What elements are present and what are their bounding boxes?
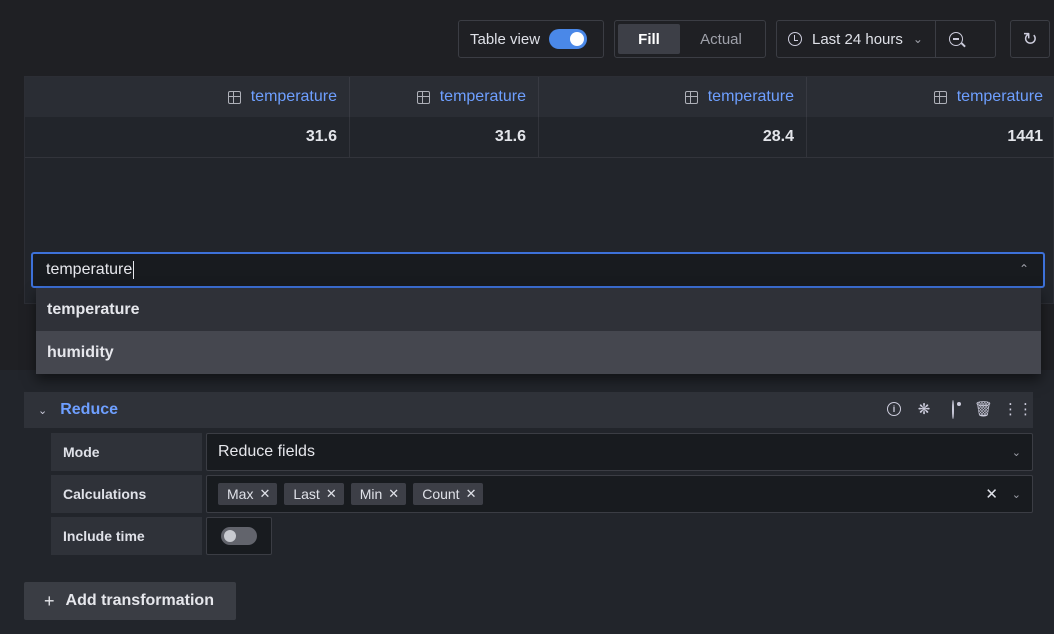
chevron-down-icon[interactable]: ⌄ bbox=[38, 404, 47, 417]
calculations-label: Calculations bbox=[51, 475, 202, 513]
panel-toolbar: Table view Fill Actual Last 24 hours ⌄ ↻ bbox=[0, 0, 1054, 76]
info-button[interactable]: i bbox=[887, 402, 903, 416]
include-time-toggle[interactable] bbox=[206, 517, 272, 555]
table-icon bbox=[684, 90, 698, 104]
remove-chip-icon[interactable]: ✕ bbox=[466, 486, 477, 502]
chevron-down-icon: ⌄ bbox=[1011, 446, 1021, 459]
add-transformation-button[interactable]: + Add transformation bbox=[24, 582, 236, 620]
table-view-label: Table view bbox=[470, 30, 541, 48]
calculations-multiselect[interactable]: Max ✕ Last ✕ Min ✕ Count ✕ ✕ ⌄ bbox=[206, 475, 1033, 513]
table-icon bbox=[933, 90, 947, 104]
column-header[interactable]: temperature bbox=[539, 77, 807, 117]
eye-icon bbox=[952, 399, 954, 419]
zoom-out-button[interactable] bbox=[936, 32, 976, 46]
column-header-label: temperature bbox=[250, 88, 337, 105]
clock-icon bbox=[788, 32, 802, 46]
column-header[interactable]: temperature bbox=[350, 77, 539, 117]
actual-button[interactable]: Actual bbox=[680, 24, 762, 54]
transformation-title: Reduce bbox=[60, 401, 119, 418]
include-time-label: Include time bbox=[51, 517, 202, 555]
table-cell: 31.6 bbox=[25, 117, 350, 157]
column-header[interactable]: temperature bbox=[25, 77, 350, 117]
table-header: temperature temperature temperature temp… bbox=[25, 77, 1054, 117]
field-select-value: temperature bbox=[46, 261, 133, 278]
refresh-icon: ↻ bbox=[1022, 28, 1038, 49]
plus-icon: + bbox=[44, 590, 55, 611]
include-time-switch[interactable] bbox=[221, 527, 257, 545]
calculation-chip: Max ✕ bbox=[218, 483, 278, 505]
calculation-chip: Min ✕ bbox=[350, 483, 407, 505]
column-header-label: temperature bbox=[439, 88, 526, 105]
fill-actual-group: Fill Actual bbox=[614, 20, 766, 58]
dropdown-option-temperature[interactable]: temperature bbox=[36, 288, 1041, 331]
fill-button[interactable]: Fill bbox=[618, 24, 680, 54]
chip-label: Count bbox=[422, 486, 460, 502]
clear-all-icon[interactable]: ✕ bbox=[985, 485, 998, 503]
chevron-down-icon: ⌄ bbox=[912, 32, 923, 46]
refresh-button[interactable]: ↻ bbox=[1010, 20, 1050, 58]
column-header-label: temperature bbox=[956, 88, 1043, 105]
remove-chip-icon[interactable]: ✕ bbox=[259, 486, 270, 502]
text-cursor bbox=[133, 261, 135, 279]
chip-label: Min bbox=[359, 486, 383, 502]
mode-label: Mode bbox=[51, 433, 202, 471]
chevron-down-icon[interactable]: ⌄ bbox=[1012, 488, 1021, 501]
mode-select[interactable]: Reduce fields ⌄ bbox=[206, 433, 1033, 471]
zoom-out-icon bbox=[948, 32, 963, 46]
add-transformation-label: Add transformation bbox=[65, 592, 214, 609]
trash-icon[interactable]: 🗑 bbox=[974, 400, 993, 418]
table-icon bbox=[416, 90, 430, 104]
column-header-label: temperature bbox=[707, 88, 794, 105]
table-cell: 31.6 bbox=[350, 117, 539, 157]
dropdown-option-humidity[interactable]: humidity bbox=[36, 331, 1041, 374]
table-view-switch[interactable] bbox=[549, 29, 588, 49]
remove-chip-icon[interactable]: ✕ bbox=[388, 486, 399, 502]
table-cell: 1441 bbox=[1007, 128, 1043, 145]
info-icon: i bbox=[887, 402, 901, 416]
chip-label: Max bbox=[227, 486, 254, 502]
field-select-input[interactable]: temperature ⌃ bbox=[31, 252, 1045, 288]
remove-chip-icon[interactable]: ✕ bbox=[326, 486, 337, 502]
chip-label: Last bbox=[293, 486, 320, 502]
time-range-label: Last 24 hours bbox=[812, 30, 903, 48]
column-header[interactable]: temperature bbox=[807, 77, 1054, 117]
debug-icon[interactable]: ❋ bbox=[916, 400, 932, 418]
calculation-chip: Last ✕ bbox=[284, 483, 344, 505]
reduce-transformation-header[interactable]: ⌄ Reduce i ❋ 🗑 ⋮⋮ bbox=[24, 392, 1033, 428]
transformation-actions: i ❋ 🗑 ⋮⋮ bbox=[874, 399, 1033, 419]
table-view-toggle[interactable]: Table view bbox=[458, 20, 604, 58]
toggle-visibility-button[interactable] bbox=[945, 399, 961, 419]
field-select-dropdown: temperature humidity bbox=[36, 288, 1041, 374]
drag-handle-icon[interactable]: ⋮⋮ bbox=[1003, 400, 1033, 418]
mode-value: Reduce fields bbox=[218, 443, 315, 460]
table-icon bbox=[227, 90, 241, 104]
chevron-up-icon[interactable]: ⌃ bbox=[1019, 262, 1029, 276]
calculation-chip: Count ✕ bbox=[413, 483, 484, 505]
time-range-picker[interactable]: Last 24 hours ⌄ bbox=[776, 20, 996, 58]
table-row: 31.6 31.6 28.4 1441 bbox=[25, 117, 1054, 158]
table-cell: 28.4 bbox=[539, 117, 807, 157]
